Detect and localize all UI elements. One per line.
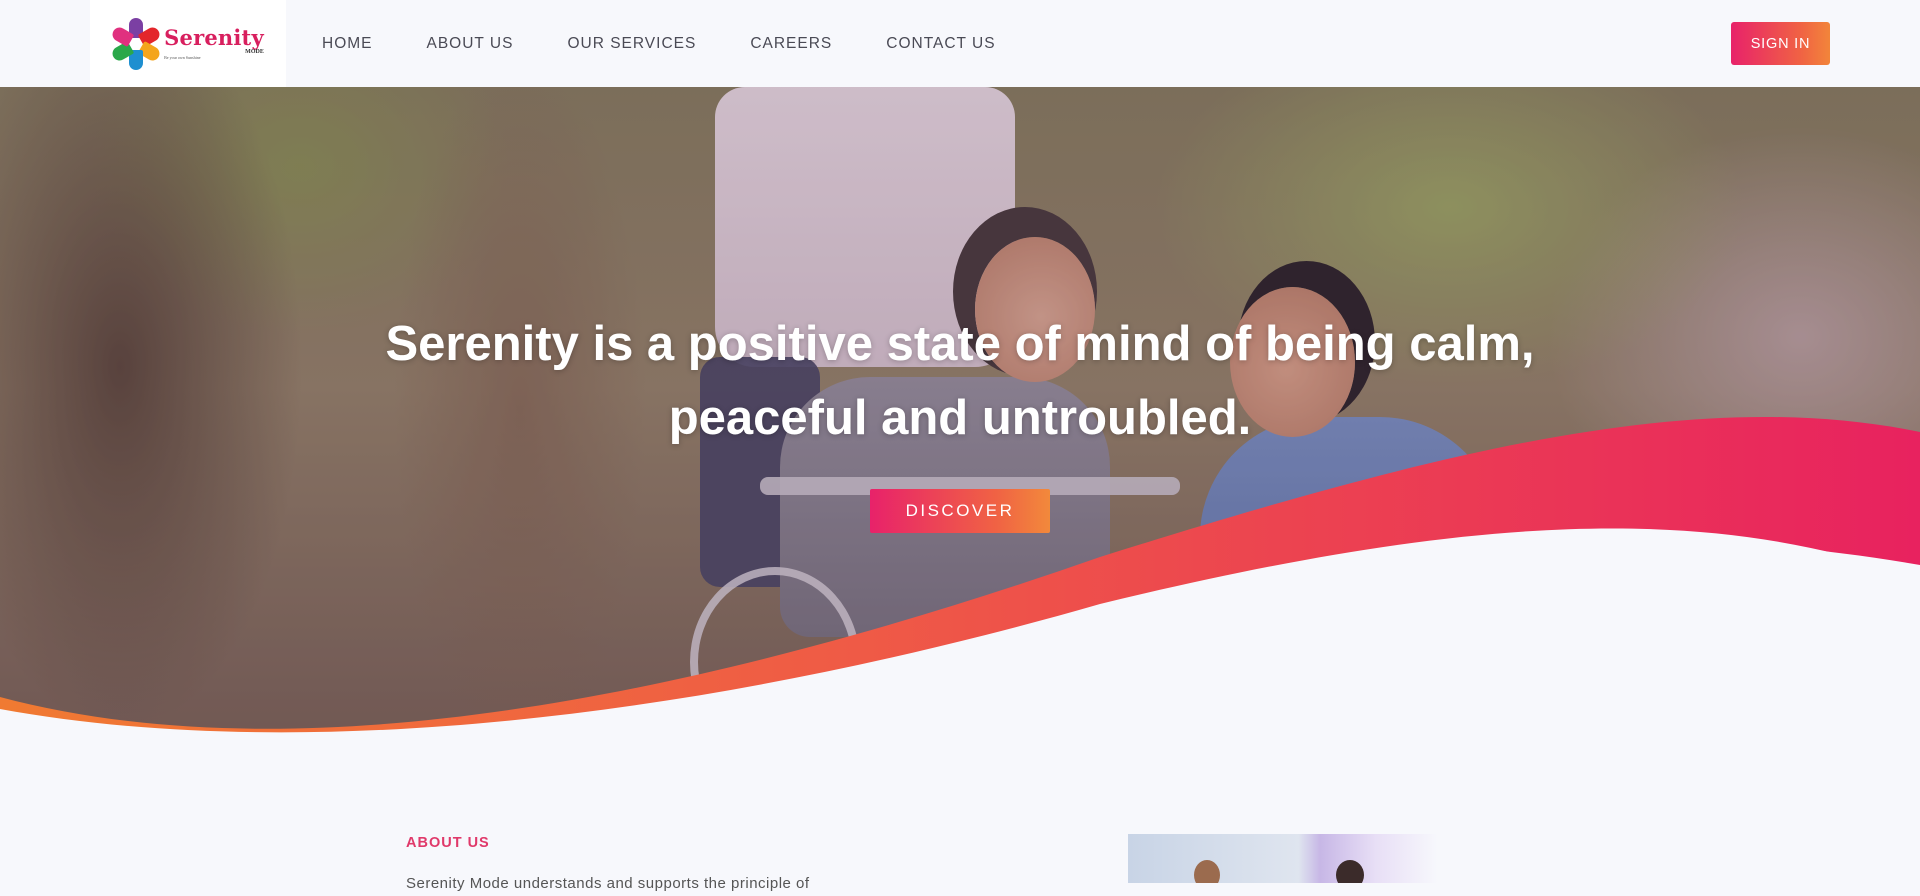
discover-button[interactable]: DISCOVER: [870, 489, 1050, 533]
nav-home[interactable]: HOME: [322, 35, 373, 53]
about-us-heading: ABOUT US: [406, 835, 490, 851]
hero-headline: Serenity is a positive state of mind of …: [385, 317, 1535, 445]
brand-tagline: Be your own Sunshine: [164, 55, 201, 60]
nav-our-services[interactable]: OUR SERVICES: [567, 35, 696, 53]
main-nav: HOME ABOUT US OUR SERVICES CAREERS CONTA…: [322, 0, 1050, 87]
sign-in-button[interactable]: SIGN IN: [1731, 22, 1830, 65]
people-circle-icon: [110, 17, 163, 70]
brand-name: Serenity: [164, 25, 264, 50]
brand-logo[interactable]: Serenity MODE Be your own Sunshine: [90, 0, 286, 87]
nav-contact-us[interactable]: CONTACT US: [886, 35, 995, 53]
navbar: Serenity MODE Be your own Sunshine HOME …: [0, 0, 1920, 87]
about-us-image: [1128, 834, 1438, 883]
hero-section: Serenity is a positive state of mind of …: [0, 87, 1920, 757]
about-us-text: Serenity Mode understands and supports t…: [406, 875, 810, 892]
nav-about-us[interactable]: ABOUT US: [427, 35, 514, 53]
nav-careers[interactable]: CAREERS: [750, 35, 832, 53]
